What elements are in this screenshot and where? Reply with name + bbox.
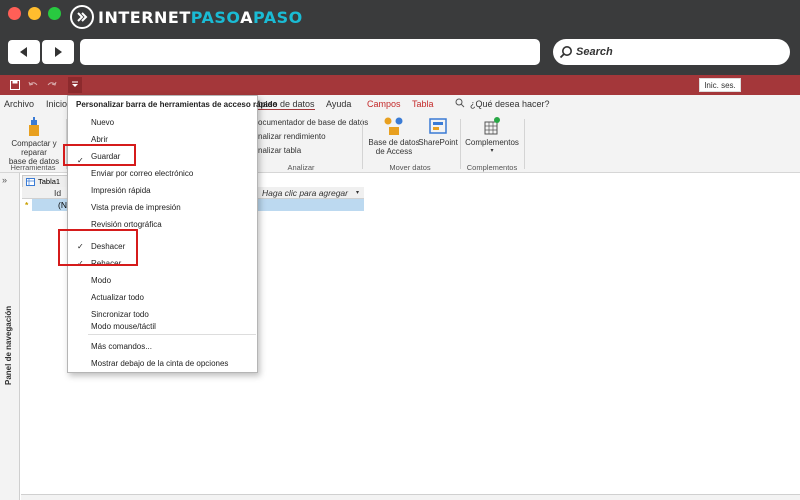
tab-inicio[interactable]: Inicio: [46, 99, 67, 109]
logo-icon: [70, 5, 94, 29]
expand-nav-icon[interactable]: »: [2, 175, 7, 185]
undo-qat-button[interactable]: [26, 77, 40, 93]
menu-item-impresion-rapida[interactable]: Impresión rápida: [91, 186, 151, 195]
menu-item-vista-previa[interactable]: Vista previa de impresión: [91, 203, 181, 212]
minimize-window-button[interactable]: [28, 7, 41, 20]
group-mover-datos-label: Mover datos: [389, 163, 431, 172]
tab-ayuda[interactable]: Ayuda: [326, 99, 351, 109]
site-logo: INTERNETPASOAPASO: [70, 4, 303, 30]
addins-icon: [484, 117, 500, 135]
menu-item-modo[interactable]: Modo: [91, 276, 111, 285]
menu-item-revision-ortografica[interactable]: Revisión ortográfica: [91, 220, 162, 229]
group-herramientas-label: Herramientas: [10, 163, 56, 172]
column-header-add[interactable]: Haga clic para agregar: [262, 188, 348, 198]
save-qat-button[interactable]: [8, 77, 22, 93]
menu-title: Personalizar barra de herramientas de ac…: [76, 100, 278, 109]
table-icon: [26, 177, 35, 186]
menu-item-enviar-correo[interactable]: Enviar por correo electrónico: [91, 169, 193, 178]
forward-button[interactable]: [42, 40, 74, 64]
new-record-marker: *: [25, 200, 29, 210]
sharepoint-label: SharePoint: [418, 138, 458, 147]
sharepoint-icon: [429, 118, 447, 134]
access-db-label-line1: Base de datos: [368, 138, 420, 147]
signin-button[interactable]: Inic. ses.: [699, 78, 741, 92]
documenter-button[interactable]: ocumentador de base de datos: [258, 118, 368, 127]
ribbon-separator: [460, 119, 461, 169]
access-db-label-line2: de Access: [375, 147, 413, 156]
analyze-performance-button[interactable]: nalizar rendimiento: [258, 132, 326, 141]
save-icon: [10, 80, 20, 90]
logo-text: INTERNETPASOAPASO: [98, 7, 303, 27]
search-label: Search: [576, 46, 613, 58]
search-input[interactable]: Search: [553, 39, 790, 65]
search-icon: [559, 46, 572, 59]
redo-icon: [47, 81, 57, 86]
menu-item-actualizar-todo[interactable]: Actualizar todo: [91, 293, 144, 302]
lightbulb-icon: [455, 98, 465, 110]
menu-item-sincronizar-todo[interactable]: Sincronizar todo: [91, 310, 149, 319]
menu-item-nuevo[interactable]: Nuevo: [91, 118, 114, 127]
column-header-id[interactable]: Id: [54, 188, 61, 198]
back-button[interactable]: [8, 40, 40, 64]
menu-item-modo-mouse-tactil[interactable]: Modo mouse/táctil: [91, 322, 156, 331]
new-row-id-value[interactable]: (N: [58, 200, 67, 210]
close-window-button[interactable]: [8, 7, 21, 20]
ribbon-separator: [524, 119, 525, 169]
access-database-icon: [384, 117, 403, 135]
access-database-button[interactable]: Base de datos de Access: [368, 116, 420, 156]
tab-archivo[interactable]: Archivo: [4, 99, 34, 109]
highlight-deshacer-rehacer: [58, 229, 138, 266]
addins-label: Complementos: [465, 138, 519, 147]
chevron-down-icon: [72, 81, 78, 87]
addins-button[interactable]: Complementos ▾: [464, 116, 520, 156]
highlight-guardar: [63, 144, 136, 166]
menu-item-mostrar-debajo[interactable]: Mostrar debajo de la cinta de opciones: [91, 359, 228, 368]
chevron-down-icon: ▾: [490, 148, 494, 154]
group-complementos-label: Complementos: [466, 163, 518, 172]
status-strip: [21, 494, 800, 500]
navigation-pane-label: Panel de navegación: [4, 305, 13, 385]
customize-qat-dropdown[interactable]: [68, 77, 82, 93]
undo-icon: [28, 81, 38, 86]
forward-arrow-icon: [55, 47, 62, 57]
browser-chrome: INTERNETPASOAPASO Search: [0, 0, 800, 75]
app-titlebar: Inic. ses.: [0, 75, 800, 95]
menu-divider: [88, 334, 256, 335]
compact-database-icon: [29, 117, 39, 136]
table-tab-label: Tabla1: [38, 177, 61, 186]
ribbon-separator: [362, 119, 363, 169]
compact-label-line1: Compactar y reparar: [11, 139, 57, 157]
redo-qat-button[interactable]: [44, 77, 60, 93]
tell-me-input[interactable]: ¿Qué desea hacer?: [470, 99, 550, 109]
menu-item-mas-comandos[interactable]: Más comandos...: [91, 342, 152, 351]
tab-campos[interactable]: Campos: [367, 99, 401, 109]
back-arrow-icon: [20, 47, 27, 57]
chevron-down-icon[interactable]: ▾: [356, 189, 359, 196]
menu-item-abrir[interactable]: Abrir: [91, 135, 108, 144]
compact-repair-button[interactable]: Compactar y reparar base de datos: [2, 117, 66, 166]
url-input[interactable]: [80, 39, 540, 65]
group-analizar-label: Analizar: [287, 163, 315, 172]
tab-tabla[interactable]: Tabla: [412, 99, 434, 109]
sharepoint-button[interactable]: SharePoint: [418, 116, 458, 147]
analyze-table-button[interactable]: nalizar tabla: [258, 146, 301, 155]
maximize-window-button[interactable]: [48, 7, 61, 20]
